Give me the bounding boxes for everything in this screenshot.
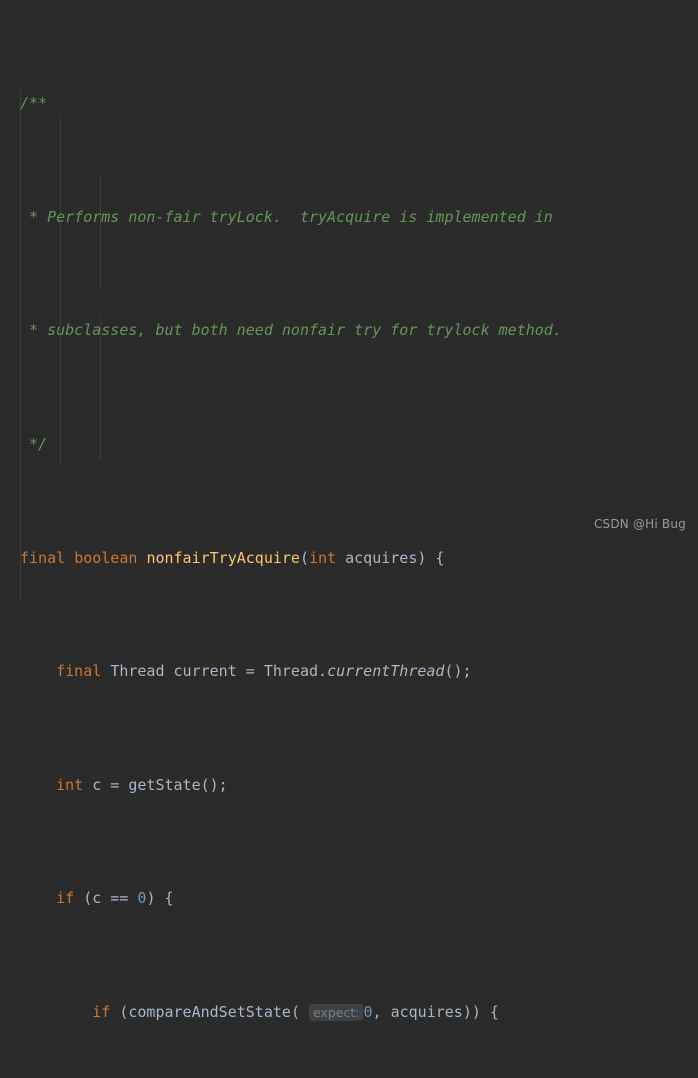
- number-zero: 0: [137, 889, 147, 908]
- code-line-1: /**: [20, 89, 698, 117]
- code-line-2: * Performs non-fair tryLock. tryAcquire …: [20, 203, 698, 231]
- code-line-9: if (compareAndSetState( expect: 0, acquir…: [20, 998, 698, 1026]
- code-line-6: final Thread current = Thread.currentThr…: [20, 657, 698, 685]
- number-zero-2: 0: [363, 1003, 373, 1022]
- keyword-if-2: if: [92, 1003, 111, 1022]
- operator-eq: ==: [101, 889, 138, 908]
- call-getstate: getState: [128, 775, 201, 794]
- keyword-int-2: int: [56, 775, 84, 794]
- comma: ,: [372, 1003, 391, 1022]
- static-method-currentthread: currentThread: [327, 662, 445, 681]
- code-line-4: */: [20, 430, 698, 458]
- brace-open: ) {: [146, 889, 174, 908]
- call-end: ();: [444, 662, 472, 681]
- code-editor-pane[interactable]: /** * Performs non-fair tryLock. tryAcqu…: [0, 0, 698, 1022]
- code-content[interactable]: /** * Performs non-fair tryLock. tryAcqu…: [0, 4, 698, 1078]
- paren: (: [110, 1003, 129, 1022]
- watermark-label: CSDN @Hi Bug: [593, 517, 686, 531]
- parameter-hint-expect[interactable]: expect:: [309, 1004, 364, 1022]
- keyword-boolean: boolean: [74, 548, 138, 567]
- var-current: current: [173, 662, 237, 681]
- brace-open: ) {: [417, 548, 445, 567]
- method-name-nonfairtryacquire: nonfairTryAcquire: [146, 548, 300, 567]
- code-line-8: if (c == 0) {: [20, 884, 698, 912]
- var-c-2: c: [92, 889, 102, 908]
- paren-open: (: [290, 1003, 309, 1022]
- paren: (: [74, 889, 93, 908]
- call-end: ();: [200, 775, 228, 794]
- keyword-final-2: final: [56, 662, 102, 681]
- javadoc-text-1: * Performs non-fair tryLock. tryAcquire …: [20, 207, 553, 226]
- type-thread: Thread: [110, 662, 165, 681]
- arg-acquires: acquires: [390, 1003, 463, 1022]
- call-compareandsetstate: compareAndSetState: [128, 1003, 291, 1022]
- param-acquires: acquires: [345, 548, 418, 567]
- javadoc-text-2: * subclasses, but both need nonfair try …: [20, 321, 562, 340]
- keyword-if: if: [56, 889, 75, 908]
- class-thread: Thread: [263, 662, 319, 681]
- code-line-5-method-signature: final boolean nonfairTryAcquire(int acqu…: [20, 544, 698, 572]
- var-c: c: [92, 775, 102, 794]
- code-line-3: * subclasses, but both need nonfair try …: [20, 316, 698, 344]
- paren-open: (: [299, 548, 309, 567]
- code-line-7: int c = getState();: [20, 771, 698, 799]
- dot: .: [318, 662, 328, 681]
- equals: =: [101, 775, 129, 794]
- javadoc-open: /**: [20, 94, 48, 113]
- keyword-final: final: [20, 548, 66, 567]
- equals: =: [236, 662, 264, 681]
- keyword-int: int: [309, 548, 337, 567]
- brace-open: )) {: [462, 1003, 499, 1022]
- javadoc-close: */: [20, 435, 48, 454]
